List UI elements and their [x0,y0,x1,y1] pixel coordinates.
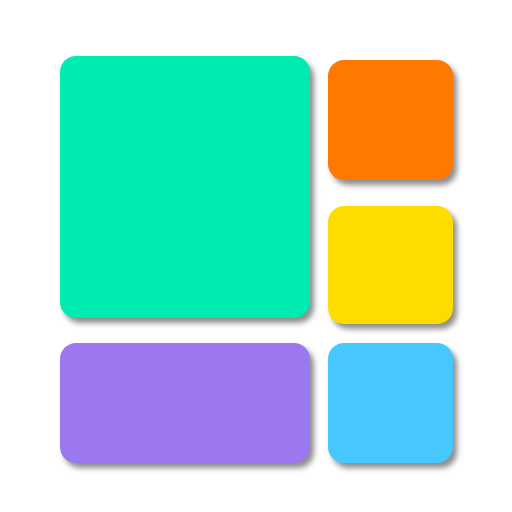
blue-tile [328,343,453,463]
yellow-tile [328,206,453,324]
widget-grid-app-icon [0,0,512,512]
orange-tile [328,60,453,180]
large-green-tile [60,56,310,318]
purple-wide-tile [60,343,310,463]
